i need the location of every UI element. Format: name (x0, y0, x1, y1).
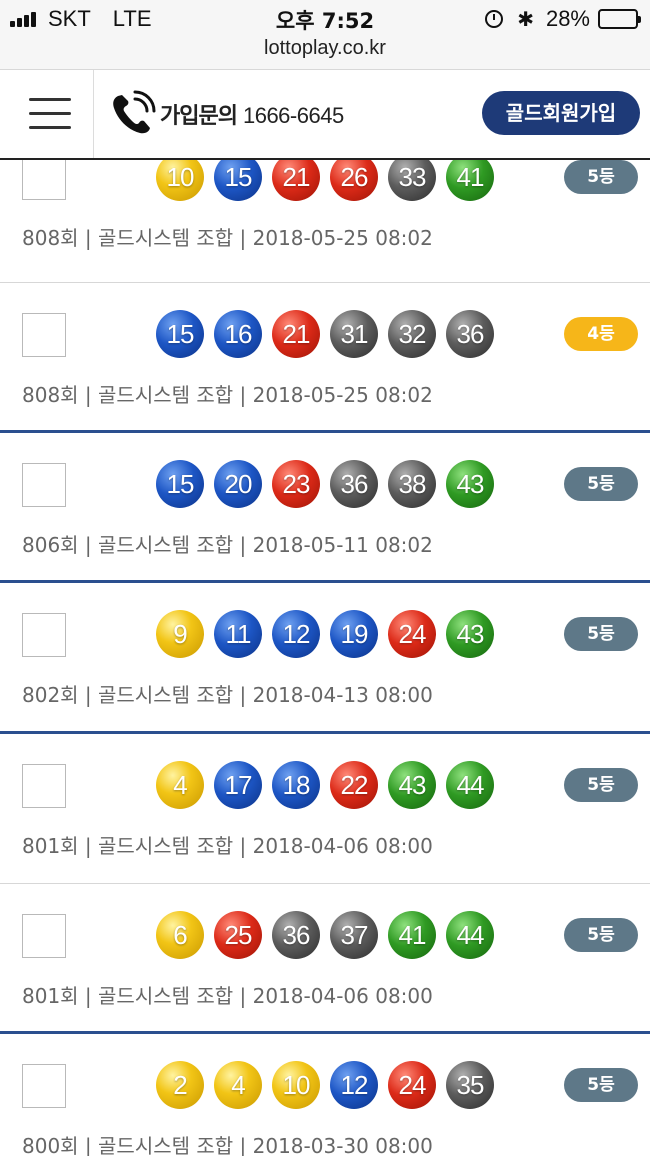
lotto-ball: 41 (388, 911, 436, 959)
lotto-ball: 16 (214, 310, 262, 358)
lotto-ball: 18 (272, 761, 320, 809)
lotto-ball: 36 (330, 460, 378, 508)
lotto-ball: 20 (214, 460, 262, 508)
rank-badge: 5등 (564, 768, 638, 802)
lotto-numbers: 9 11 12 19 24 43 (156, 610, 504, 658)
lotto-ball: 6 (156, 911, 204, 959)
lotto-numbers: 15 20 23 36 38 43 (156, 460, 504, 508)
lotto-ball: 36 (272, 911, 320, 959)
contact-number: 1666-6645 (242, 103, 344, 128)
entry-meta: 808회 | 골드시스템 조합 | 2018-05-25 08:02 (22, 226, 433, 250)
lotto-ball: 9 (156, 610, 204, 658)
gold-member-join-button[interactable]: 골드회원가입 (482, 91, 640, 135)
lotto-numbers: 15 16 21 31 32 36 (156, 310, 504, 358)
select-checkbox[interactable] (22, 463, 66, 507)
alarm-icon (485, 10, 504, 28)
lotto-ball: 38 (388, 460, 436, 508)
status-right: ✱ 28% (485, 6, 641, 32)
rank-badge: 5등 (564, 1068, 638, 1102)
lotto-ball: 4 (214, 1061, 262, 1109)
lotto-ball: 35 (446, 1061, 494, 1109)
lotto-ball: 10 (272, 1061, 320, 1109)
lotto-ball: 15 (156, 310, 204, 358)
status-bar: SKT LTE 오후 7:52 ✱ 28% (0, 0, 650, 36)
result-list: 10 15 21 26 33 41 5등 808회 | 골드시스템 조합 | 2018-05-… (0, 160, 650, 1156)
lotto-ball: 41 (446, 160, 494, 201)
lotto-numbers: 10 15 21 26 33 41 (156, 160, 504, 201)
list-item: 15 20 23 36 38 43 5등 806회 | 골드시스템 조합 | 2018-05-… (0, 433, 650, 583)
lotto-ball: 43 (388, 761, 436, 809)
rank-badge: 5등 (564, 467, 638, 501)
site-header: 가입문의 1666-6645 골드회원가입 (0, 70, 650, 160)
lotto-ball: 24 (388, 610, 436, 658)
lotto-ball: 10 (156, 160, 204, 201)
address-bar[interactable]: lottoplay.co.kr (0, 36, 650, 70)
lotto-ball: 31 (330, 310, 378, 358)
bluetooth-icon: ✱ (517, 7, 534, 31)
rank-badge: 4등 (564, 317, 638, 351)
lotto-ball: 17 (214, 761, 262, 809)
list-item: 15 16 21 31 32 36 4등 808회 | 골드시스템 조합 | 2018-05-… (0, 283, 650, 433)
lotto-ball: 22 (330, 761, 378, 809)
entry-meta: 802회 | 골드시스템 조합 | 2018-04-13 08:00 (22, 683, 433, 707)
lotto-ball: 32 (388, 310, 436, 358)
lotto-ball: 19 (330, 610, 378, 658)
contact-info[interactable]: 가입문의 1666-6645 (160, 98, 344, 130)
entry-meta: 800회 | 골드시스템 조합 | 2018-03-30 08:00 (22, 1134, 433, 1156)
lotto-ball: 24 (388, 1061, 436, 1109)
list-item: 9 11 12 19 24 43 5등 802회 | 골드시스템 조합 | 2018-04-1… (0, 583, 650, 734)
select-checkbox[interactable] (22, 160, 66, 200)
lotto-ball: 37 (330, 911, 378, 959)
list-item: 2 4 10 12 24 35 5등 800회 | 골드시스템 조합 | 2018-03-30… (0, 1034, 650, 1156)
select-checkbox[interactable] (22, 313, 66, 357)
lotto-ball: 4 (156, 761, 204, 809)
list-item: 4 17 18 22 43 44 5등 801회 | 골드시스템 조합 | 2018-04-0… (0, 734, 650, 884)
lotto-numbers: 4 17 18 22 43 44 (156, 761, 504, 809)
lotto-ball: 26 (330, 160, 378, 201)
menu-line (29, 126, 71, 129)
entry-meta: 801회 | 골드시스템 조합 | 2018-04-06 08:00 (22, 984, 433, 1008)
rank-badge: 5등 (564, 617, 638, 651)
battery-percent: 28% (545, 6, 590, 31)
lotto-ball: 21 (272, 310, 320, 358)
lotto-numbers: 2 4 10 12 24 35 (156, 1061, 504, 1109)
lotto-ball: 43 (446, 610, 494, 658)
select-checkbox[interactable] (22, 764, 66, 808)
lotto-ball: 12 (272, 610, 320, 658)
lotto-ball: 25 (214, 911, 262, 959)
lotto-ball: 11 (214, 610, 262, 658)
contact-label: 가입문의 (160, 103, 238, 128)
rank-badge: 5등 (564, 160, 638, 194)
lotto-ball: 15 (214, 160, 262, 201)
hamburger-menu-button[interactable] (0, 70, 94, 158)
select-checkbox[interactable] (22, 914, 66, 958)
lotto-numbers: 6 25 36 37 41 44 (156, 911, 504, 959)
lotto-ball: 21 (272, 160, 320, 201)
lotto-ball: 36 (446, 310, 494, 358)
lotto-ball: 44 (446, 911, 494, 959)
lotto-ball: 12 (330, 1061, 378, 1109)
entry-meta: 806회 | 골드시스템 조합 | 2018-05-11 08:02 (22, 533, 433, 557)
battery-icon (598, 9, 641, 29)
select-checkbox[interactable] (22, 613, 66, 657)
lotto-ball: 43 (446, 460, 494, 508)
rank-badge: 5등 (564, 918, 638, 952)
menu-line (29, 98, 71, 101)
list-item: 10 15 21 26 33 41 5등 808회 | 골드시스템 조합 | 2018-05-… (0, 160, 650, 283)
lotto-ball: 2 (156, 1061, 204, 1109)
list-item: 6 25 36 37 41 44 5등 801회 | 골드시스템 조합 | 2018-04-0… (0, 884, 650, 1034)
menu-line (29, 112, 71, 115)
lotto-ball: 44 (446, 761, 494, 809)
entry-meta: 808회 | 골드시스템 조합 | 2018-05-25 08:02 (22, 383, 433, 407)
lotto-ball: 15 (156, 460, 204, 508)
entry-meta: 801회 | 골드시스템 조합 | 2018-04-06 08:00 (22, 834, 433, 858)
phone-icon (113, 90, 156, 134)
select-checkbox[interactable] (22, 1064, 66, 1108)
lotto-ball: 33 (388, 160, 436, 201)
lotto-ball: 23 (272, 460, 320, 508)
